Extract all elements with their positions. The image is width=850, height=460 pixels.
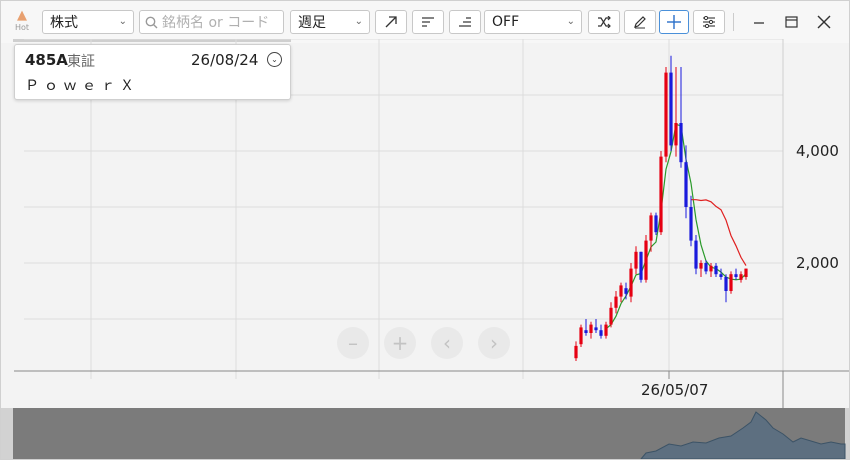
draw-button[interactable] [624, 10, 656, 34]
maximize-icon [784, 16, 798, 28]
search-placeholder: 銘柄名 or コード [162, 15, 270, 31]
maximize-button[interactable] [779, 10, 803, 34]
candle [684, 162, 688, 207]
toolbar-divider [733, 13, 734, 31]
asset-type-select[interactable]: 株式 ⌄ [42, 10, 134, 34]
stock-info-card: 485A 東証 26/08/24 ⌄ ＰｏｗｅｒＸ [14, 44, 291, 100]
asset-type-value: 株式 [50, 15, 78, 31]
candle [654, 215, 658, 233]
candle [724, 277, 728, 291]
candle [739, 274, 743, 280]
chevron-down-icon: ⌄ [118, 16, 127, 27]
candle [634, 251, 638, 269]
candle [624, 288, 628, 294]
indicator-select[interactable]: OFF ⌄ [484, 10, 582, 34]
y-tick-label: 2,000 [796, 254, 839, 272]
candle [694, 240, 698, 269]
indicator-value: OFF [492, 14, 520, 30]
trendline-button[interactable] [375, 10, 407, 34]
overview-chart [1, 408, 849, 459]
candle [729, 274, 733, 291]
candle [714, 265, 718, 275]
pencil-icon [634, 16, 646, 29]
moving-average-line [691, 199, 747, 266]
candle [659, 156, 663, 233]
candle [614, 296, 618, 308]
hot-button[interactable]: ▲ Hot [11, 9, 33, 37]
candle [639, 251, 643, 280]
close-icon [817, 15, 831, 29]
candle [734, 274, 738, 277]
date-label: 26/08/24 [191, 51, 259, 69]
candle [579, 327, 583, 345]
candle [629, 268, 633, 297]
crosshair-button[interactable] [659, 10, 689, 34]
candle [679, 123, 683, 163]
x-tick-label: 26/05/07 [641, 381, 709, 399]
hot-label: Hot [14, 23, 30, 32]
candle [669, 72, 673, 146]
candle [689, 207, 693, 241]
toolbar: ▲ Hot 株式 ⌄ 銘柄名 or コード 週足 ⌄ OFF ⌄ [1, 1, 849, 43]
plus-icon: + [391, 331, 409, 355]
candles [574, 55, 748, 361]
sliders-icon [703, 16, 715, 28]
align-left-icon [422, 17, 434, 27]
minimize-icon [754, 22, 764, 24]
candle [584, 330, 588, 333]
candle [719, 274, 723, 277]
search-icon [145, 16, 158, 29]
y-tick-label: 4,000 [796, 142, 839, 160]
overview-navigator[interactable] [1, 408, 849, 459]
candle [599, 330, 603, 336]
search-input[interactable]: 銘柄名 or コード [139, 10, 284, 34]
minus-icon: – [348, 331, 358, 355]
stock-name: ＰｏｗｅｒＸ [25, 78, 139, 94]
align-left-button[interactable] [412, 10, 444, 34]
candle [619, 285, 623, 297]
close-button[interactable] [812, 10, 836, 34]
chevron-down-icon: ⌄ [354, 16, 363, 27]
candle [589, 324, 593, 333]
flame-icon: ▲ [17, 8, 27, 23]
candle [674, 123, 678, 146]
candle [604, 324, 608, 336]
chevron-right-icon: › [490, 331, 498, 355]
chart-window: ▲ Hot 株式 ⌄ 銘柄名 or コード 週足 ⌄ OFF ⌄ 4,000 2… [0, 0, 850, 460]
shuffle-button[interactable] [588, 10, 620, 34]
align-right-button[interactable] [449, 10, 481, 34]
arrow-up-right-icon [385, 16, 397, 28]
chevron-down-circle-icon[interactable]: ⌄ [267, 52, 282, 67]
market-label: 東証 [67, 54, 95, 70]
scroll-right-button[interactable]: › [478, 327, 510, 359]
period-value: 週足 [298, 15, 326, 31]
candle [744, 268, 748, 277]
candle [609, 307, 613, 325]
candle [664, 72, 668, 157]
zoom-in-button[interactable]: + [384, 327, 416, 359]
zoom-out-button[interactable]: – [337, 327, 369, 359]
candle [699, 263, 703, 269]
crosshair-icon [667, 15, 681, 29]
candle [649, 215, 653, 241]
candle [574, 345, 578, 359]
minimize-button[interactable] [747, 10, 771, 34]
chevron-down-icon: ⌄ [566, 16, 575, 27]
candle [704, 263, 708, 272]
align-right-icon [459, 17, 471, 27]
candle [709, 265, 713, 272]
shuffle-icon [598, 16, 611, 28]
settings-button[interactable] [693, 10, 725, 34]
period-select[interactable]: 週足 ⌄ [290, 10, 370, 34]
scroll-left-button[interactable]: ‹ [431, 327, 463, 359]
chevron-left-icon: ‹ [443, 331, 451, 355]
stock-code: 485A [25, 51, 68, 69]
candle [594, 327, 598, 331]
candle [644, 240, 648, 280]
